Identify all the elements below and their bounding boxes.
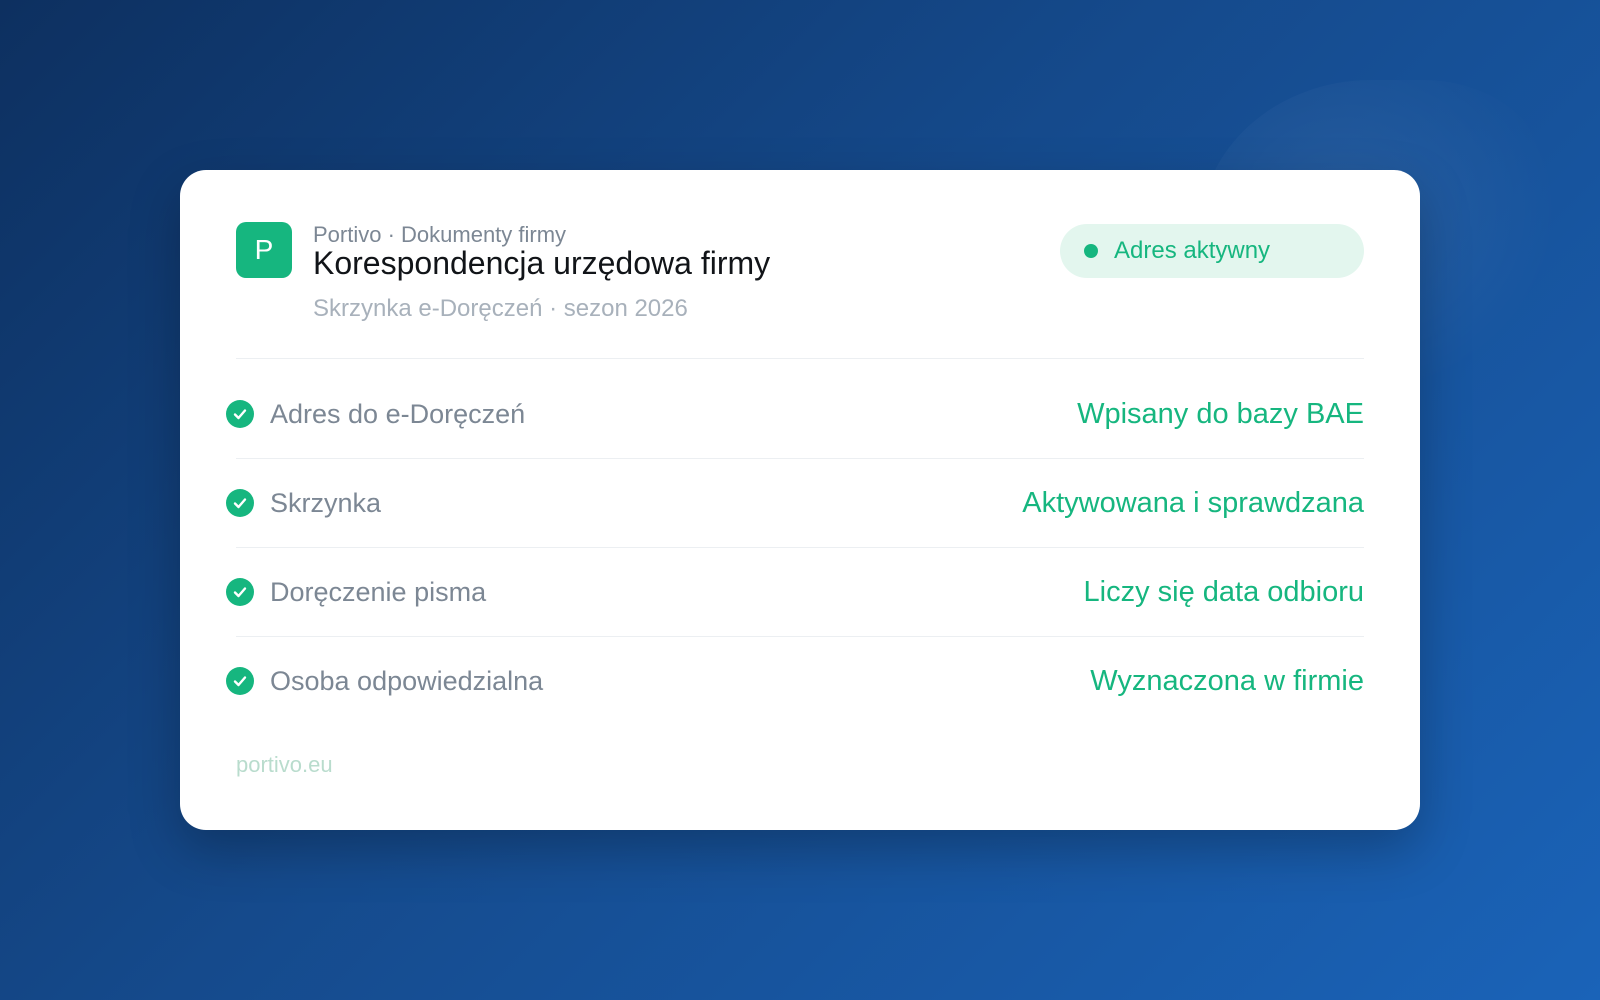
header-divider [236,358,1364,359]
status-dot-icon [1084,244,1098,258]
row-label: Adres do e-Doręczeń [270,398,526,429]
portivo-logo: P [236,222,292,278]
checklist-row: Adres do e-Doręczeń Wpisany do bazy BAE [226,370,1364,458]
checklist-row: Osoba odpowiedzialna Wyznaczona w firmie [226,636,1364,725]
check-circle-icon [226,400,254,428]
row-label: Osoba odpowiedzialna [270,665,544,696]
checklist: Adres do e-Doręczeń Wpisany do bazy BAE … [226,370,1364,725]
status-badge: Adres aktywny [1060,224,1364,278]
row-label: Doręczenie pisma [270,576,487,607]
row-value: Liczy się data odbioru [1083,575,1365,608]
row-label: Skrzynka [270,487,382,518]
logo-letter: P [254,234,274,265]
row-value: Wyznaczona w firmie [1090,664,1364,697]
checklist-row: Doręczenie pisma Liczy się data odbioru [226,547,1365,636]
checklist-row: Skrzynka Aktywowana i sprawdzana [226,458,1364,547]
check-circle-icon [226,578,254,606]
check-circle-icon [226,489,254,517]
status-badge-label: Adres aktywny [1114,237,1271,264]
check-circle-icon [226,667,254,695]
row-value: Wpisany do bazy BAE [1077,397,1364,430]
page-title: Korespondencja urzędowa firmy [313,245,771,281]
row-value: Aktywowana i sprawdzana [1022,486,1364,519]
page-subtitle: Skrzynka e-Doręczeń · sezon 2026 [313,295,688,322]
footer-domain: portivo.eu [236,752,333,777]
status-card: P Portivo · Dokumenty firmy Korespondenc… [180,170,1420,830]
